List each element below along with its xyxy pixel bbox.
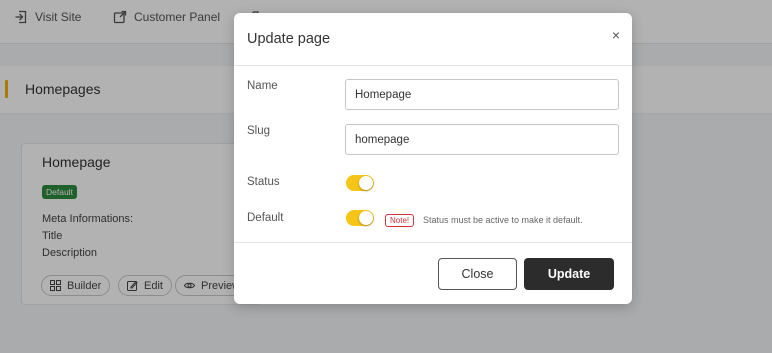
default-toggle[interactable] xyxy=(346,210,374,226)
modal-footer: Close Update xyxy=(234,242,632,304)
close-icon[interactable]: × xyxy=(612,28,620,42)
slug-label: Slug xyxy=(247,125,271,137)
modal-title: Update page xyxy=(247,31,331,47)
update-button[interactable]: Update xyxy=(524,258,614,290)
status-label: Status xyxy=(247,176,280,188)
modal-header: Update page × xyxy=(234,13,632,66)
name-input[interactable] xyxy=(345,79,619,110)
default-label: Default xyxy=(247,212,284,224)
name-label: Name xyxy=(247,80,278,92)
note-badge: Note! xyxy=(385,214,415,227)
note-text: Status must be active to make it default… xyxy=(423,215,583,225)
update-page-modal: Update page × Name Slug Status Default N… xyxy=(234,13,632,304)
toggle-knob xyxy=(359,176,373,190)
status-toggle[interactable] xyxy=(346,175,374,191)
toggle-knob xyxy=(359,211,373,225)
close-button[interactable]: Close xyxy=(438,258,517,290)
slug-input[interactable] xyxy=(345,124,619,155)
